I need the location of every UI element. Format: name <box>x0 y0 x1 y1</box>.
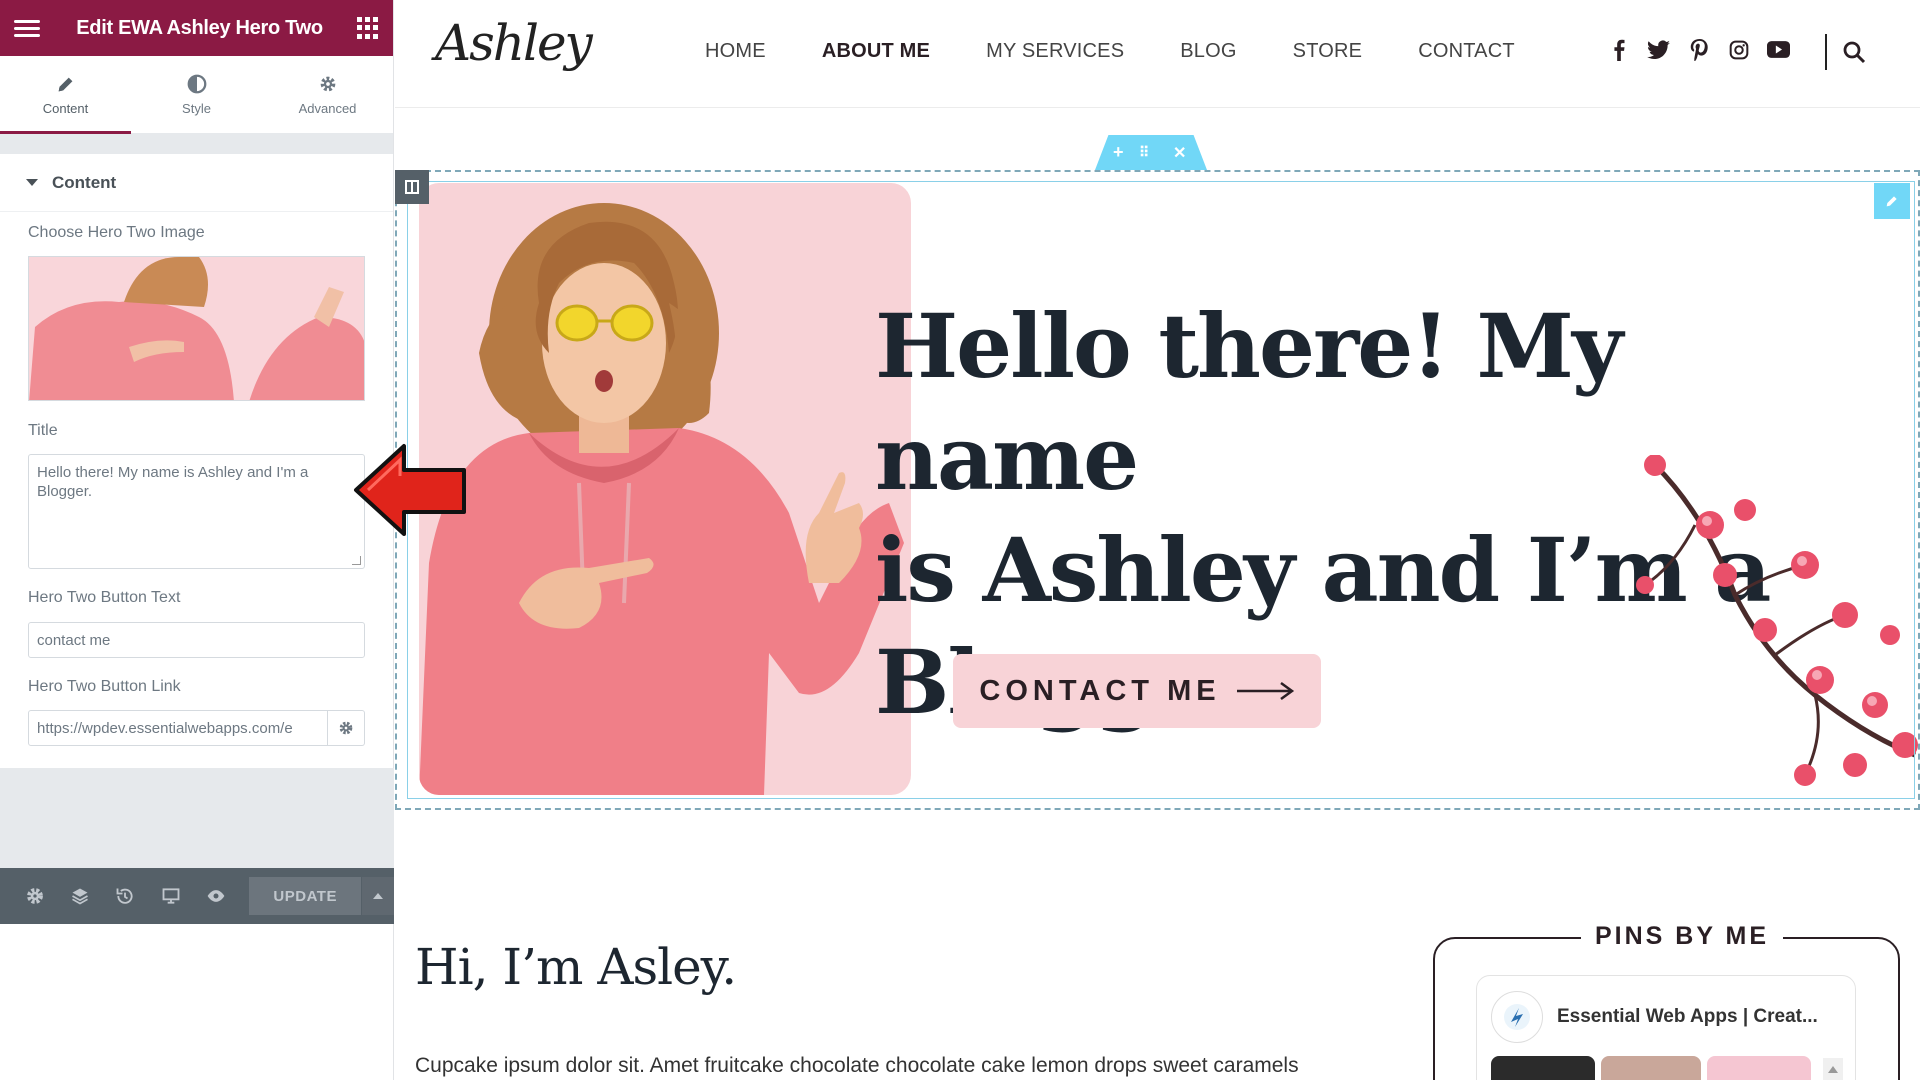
essential-web-apps-logo-icon <box>1504 1004 1530 1030</box>
history-icon[interactable] <box>103 868 148 924</box>
nav-item-my-services[interactable]: MY SERVICES <box>986 40 1124 63</box>
responsive-desktop-icon[interactable] <box>148 868 193 924</box>
red-pointer-arrow-icon <box>354 444 466 536</box>
gear-icon <box>339 721 352 735</box>
youtube-icon[interactable] <box>1767 38 1790 61</box>
pin-thumbnail[interactable] <box>1707 1056 1811 1080</box>
tab-content[interactable]: Content <box>0 56 131 134</box>
preview-eye-icon[interactable] <box>194 868 239 924</box>
title-textarea[interactable]: Hello there! My name is Ashley and I'm a… <box>28 454 365 569</box>
content-section-toggle[interactable]: Content <box>0 154 393 212</box>
instagram-icon[interactable] <box>1727 38 1750 61</box>
pinterest-icon[interactable] <box>1687 38 1710 61</box>
nav-item-about-me[interactable]: ABOUT ME <box>822 40 930 63</box>
panel-header: Edit EWA Ashley Hero Two <box>0 0 393 56</box>
nav-item-store[interactable]: STORE <box>1293 40 1363 63</box>
panel-footer-toolbar: UPDATE <box>0 868 395 924</box>
navigator-layers-icon[interactable] <box>57 868 102 924</box>
delete-section-icon[interactable]: ✕ <box>1173 143 1186 163</box>
about-text: Cupcake ipsum dolor sit. Amet fruitcake … <box>415 1054 1299 1077</box>
drag-section-icon[interactable]: ⠿ <box>1139 144 1149 161</box>
column-handle-icon[interactable] <box>395 170 429 204</box>
search-icon[interactable] <box>1842 40 1868 66</box>
site-header: Ashley HOME ABOUT ME MY SERVICES BLOG ST… <box>395 0 1920 108</box>
link-options-gear-button[interactable] <box>327 710 365 746</box>
main-nav: HOME ABOUT ME MY SERVICES BLOG STORE CON… <box>705 40 1571 63</box>
button-text-input[interactable] <box>28 622 365 658</box>
button-link-input[interactable] <box>28 710 328 746</box>
panel-gap <box>0 134 393 154</box>
pencil-icon <box>58 77 72 92</box>
widgets-grid-icon[interactable] <box>357 17 379 39</box>
button-link-label: Hero Two Button Link <box>28 678 181 695</box>
pin-thumbnail[interactable] <box>1601 1056 1701 1080</box>
content-section-label: Content <box>52 172 117 192</box>
add-section-icon[interactable]: + <box>1113 142 1124 163</box>
tab-style-label: Style <box>182 101 211 116</box>
settings-gear-icon[interactable] <box>12 868 57 924</box>
contrast-icon <box>187 74 206 94</box>
image-label: Choose Hero Two Image <box>28 224 205 241</box>
button-text-label: Hero Two Button Text <box>28 589 181 606</box>
tab-style[interactable]: Style <box>131 56 262 133</box>
caret-down-icon <box>26 179 38 186</box>
hero-image-chooser[interactable] <box>28 256 365 401</box>
site-logo[interactable]: Ashley <box>435 14 593 72</box>
editor-panel: Edit EWA Ashley Hero Two Content Style A… <box>0 0 395 1080</box>
widget-selection-outline <box>407 181 1915 799</box>
panel-empty-area <box>0 768 394 868</box>
panel-tabs: Content Style Advanced <box>0 56 393 134</box>
title-textarea-value: Hello there! My name is Ashley and I'm a… <box>37 464 309 500</box>
site-preview: Ashley HOME ABOUT ME MY SERVICES BLOG ST… <box>395 0 1920 1080</box>
social-links <box>1607 38 1790 61</box>
title-label: Title <box>28 422 58 439</box>
scroll-up-arrow-icon[interactable] <box>1823 1058 1843 1080</box>
menu-icon[interactable] <box>14 19 42 37</box>
header-divider <box>1825 34 1827 70</box>
twitter-icon[interactable] <box>1647 38 1670 61</box>
about-heading: Hi, I’m Asley. <box>415 938 737 996</box>
resize-grip-icon[interactable] <box>352 556 361 565</box>
nav-item-blog[interactable]: BLOG <box>1180 40 1236 63</box>
nav-item-contact[interactable]: CONTACT <box>1418 40 1515 63</box>
update-options-caret-icon[interactable] <box>362 877 395 915</box>
hero-thumbnail-image <box>29 257 364 400</box>
update-button[interactable]: UPDATE <box>248 877 362 915</box>
facebook-icon[interactable] <box>1607 38 1630 61</box>
edit-widget-pencil-icon[interactable] <box>1874 183 1910 219</box>
tab-advanced[interactable]: Advanced <box>262 56 393 133</box>
pin-profile-name[interactable]: Essential Web Apps | Creat... <box>1557 1006 1818 1028</box>
nav-item-home[interactable]: HOME <box>705 40 766 63</box>
tab-content-label: Content <box>42 101 89 116</box>
section-handle: + ⠿ ✕ <box>1095 135 1207 170</box>
pin-profile-avatar <box>1491 991 1543 1043</box>
pin-thumbnail[interactable] <box>1491 1056 1595 1080</box>
tab-advanced-label: Advanced <box>298 101 357 116</box>
panel-title: Edit EWA Ashley Hero Two <box>76 16 323 39</box>
pins-title: PINS BY ME <box>1581 922 1784 951</box>
app: Edit EWA Ashley Hero Two Content Style A… <box>0 0 1920 1080</box>
gear-icon <box>320 76 335 92</box>
